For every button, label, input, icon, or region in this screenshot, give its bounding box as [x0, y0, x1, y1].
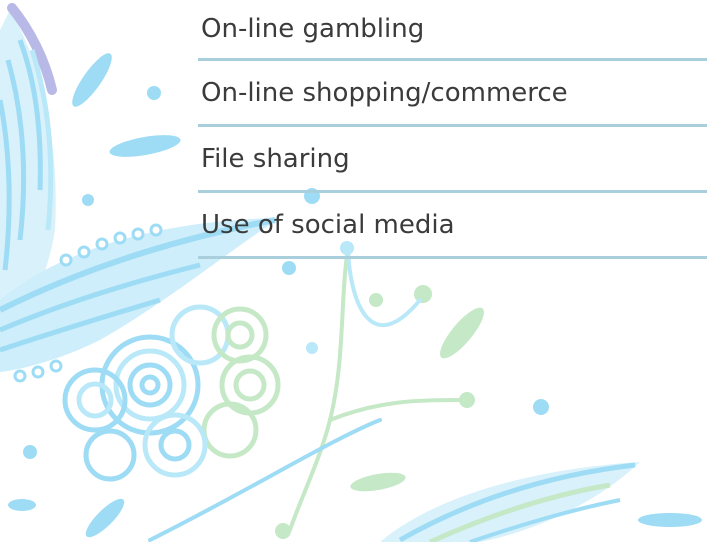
list-item: File sharing: [198, 127, 707, 193]
leaf-shape: [109, 135, 181, 157]
leaf-shape: [72, 53, 112, 107]
list-item-label: Use of social media: [201, 209, 455, 240]
list-item: On-line shopping/commerce: [198, 61, 707, 127]
leaf-shape: [440, 307, 484, 359]
feather-leaf-bottom-right: [380, 462, 640, 542]
list-item-label: File sharing: [201, 143, 350, 174]
leaf-shape: [85, 498, 125, 538]
list-item: On-line gambling: [198, 0, 707, 61]
list-item-label: On-line shopping/commerce: [201, 77, 568, 108]
leaf-shape: [350, 472, 406, 492]
leaf-shape: [638, 513, 702, 527]
leaf-shape: [8, 499, 36, 511]
topic-list: On-line gambling On-line shopping/commer…: [198, 0, 707, 259]
list-item-label: On-line gambling: [201, 14, 425, 44]
list-item: Use of social media: [198, 193, 707, 259]
